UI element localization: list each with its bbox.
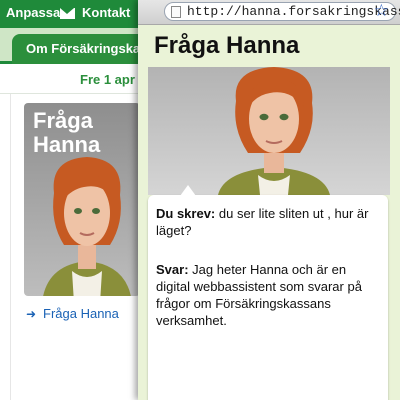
fraga-hanna-link[interactable]: Fråga Hanna <box>43 306 119 321</box>
kontakt-link[interactable]: Kontakt <box>82 5 130 20</box>
bookmark-star-icon[interactable]: ☆ <box>374 1 389 21</box>
hanna-avatar-image <box>218 67 330 195</box>
popup-title: Fråga Hanna <box>154 32 300 59</box>
date-label: Fre 1 apr <box>80 72 135 87</box>
answer-label: Svar: <box>156 262 189 277</box>
card-title: Fråga Hanna <box>33 109 140 157</box>
hanna-answer: Svar: Jag heter Hanna och är en digital … <box>156 261 376 329</box>
chat-bubble: Du skrev: du ser lite sliten ut , hur är… <box>148 185 388 400</box>
url-text: http://hanna.forsakringskassan.se <box>187 4 400 19</box>
page-icon <box>171 6 181 18</box>
divider <box>0 93 150 94</box>
browser-toolbar: http://hanna.forsakringskassan.se ☆ <box>138 0 400 25</box>
hanna-photo <box>148 67 390 195</box>
anpassa-link[interactable]: Anpassa <box>6 5 60 20</box>
question-label: Du skrev: <box>156 206 216 221</box>
arrow-right-icon: ➜ <box>26 307 37 321</box>
hanna-avatar-image <box>43 157 131 296</box>
card-title-line1: Fråga <box>33 108 93 133</box>
divider <box>10 94 11 400</box>
user-question: Du skrev: du ser lite sliten ut , hur är… <box>156 205 376 239</box>
bubble-tail <box>180 185 196 196</box>
fraga-hanna-card[interactable]: Fråga Hanna <box>24 103 140 296</box>
mail-icon <box>60 8 75 19</box>
hanna-popup-window: http://hanna.forsakringskassan.se ☆ Fråg… <box>138 0 400 400</box>
address-bar[interactable]: http://hanna.forsakringskassan.se ☆ <box>164 1 400 21</box>
